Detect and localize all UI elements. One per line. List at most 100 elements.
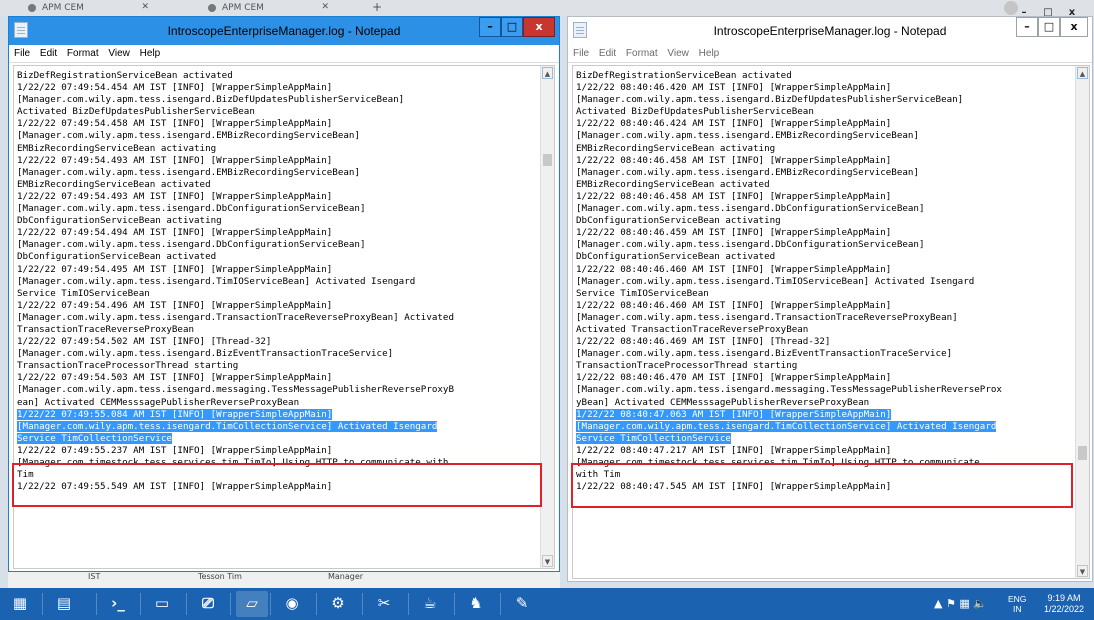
taskbar-app-button[interactable]: ›_	[102, 591, 134, 617]
input-language[interactable]: ENG IN	[1008, 594, 1026, 614]
title-bar[interactable]: IntroscopeEnterpriseManager.log - Notepa…	[9, 17, 559, 45]
close-icon[interactable]: ✕	[141, 2, 149, 12]
log-line: Service TimCollectionService	[17, 432, 454, 445]
log-line: [Manager.com.wily.apm.tess.isengard.EMBi…	[17, 167, 454, 179]
menu-help[interactable]: Help	[140, 48, 161, 59]
menu-help[interactable]: Help	[699, 48, 720, 59]
taskbar-separator	[186, 593, 187, 615]
scroll-up-icon[interactable]: ▲	[1077, 67, 1088, 79]
log-line: TransactionTraceProcessorThread starting	[17, 360, 454, 372]
menu-file[interactable]: File	[14, 48, 30, 59]
vertical-scrollbar[interactable]: ▲ ▼	[540, 66, 554, 568]
log-line-text: [Manager.com.wily.apm.tess.isengard.DbCo…	[17, 203, 366, 215]
windows-start-icon: ▦	[12, 594, 28, 612]
menu-edit[interactable]: Edit	[599, 48, 616, 59]
taskbar-app-button[interactable]: ⚙	[322, 591, 354, 617]
browser-tab[interactable]: APM CEM ✕	[20, 0, 155, 16]
close-button[interactable]: x	[1060, 17, 1088, 37]
background-cell: Tesson Tim	[198, 572, 242, 581]
scroll-down-icon[interactable]: ▼	[542, 555, 553, 567]
scroll-thumb[interactable]	[543, 154, 552, 166]
log-line-text: EMBizRecordingServiceBean activated	[17, 178, 211, 190]
menu-format[interactable]: Format	[67, 48, 99, 59]
taskbar-app-button[interactable]: ▱	[236, 591, 268, 617]
log-line: BizDefRegistrationServiceBean activated	[576, 70, 1002, 82]
maximize-button[interactable]: □	[1038, 17, 1060, 37]
log-line: 1/22/22 08:40:46.458 AM IST [INFO] [Wrap…	[576, 155, 1002, 167]
taskbar-app-button[interactable]: ✂	[368, 591, 400, 617]
log-line-text: [Manager.com.wily.apm.tess.isengard.TimC…	[17, 420, 438, 432]
log-line-text: Service TimCollectionService	[17, 432, 172, 444]
scroll-down-icon[interactable]: ▼	[1077, 565, 1088, 577]
log-line: Service TimIOServiceBean	[17, 288, 454, 300]
java-icon: ☕	[423, 594, 437, 612]
minimize-button[interactable]: –	[479, 17, 501, 37]
remote-desktop-icon: ⎚	[201, 594, 214, 612]
log-line: 1/22/22 08:40:46.460 AM IST [INFO] [Wrap…	[576, 300, 1002, 312]
taskbar-separator	[140, 593, 141, 615]
menu-edit[interactable]: Edit	[40, 48, 57, 59]
log-line: [Manager.com.wily.apm.tess.isengard.BizE…	[17, 348, 454, 360]
title-bar[interactable]: IntroscopeEnterpriseManager.log - Notepa…	[568, 17, 1092, 45]
log-line-text: Service TimIOServiceBean	[576, 287, 709, 299]
log-line: 1/22/22 08:40:46.469 AM IST [INFO] [Thre…	[576, 336, 1002, 348]
log-line-text: [Manager.com.wily.apm.tess.isengard.Tran…	[576, 311, 958, 323]
log-line-text: 1/22/22 07:49:55.084 AM IST [INFO] [Wrap…	[17, 408, 333, 420]
taskbar-app-button[interactable]: ▦	[4, 591, 36, 617]
log-line: 1/22/22 07:49:54.495 AM IST [INFO] [Wrap…	[17, 264, 454, 276]
maximize-button[interactable]: □	[501, 17, 523, 37]
taskbar-separator	[316, 593, 317, 615]
browser-tab-label: APM CEM	[222, 3, 264, 13]
scroll-up-icon[interactable]: ▲	[542, 67, 553, 79]
taskbar-app-button[interactable]: ♞	[460, 591, 492, 617]
log-line: 1/22/22 07:49:55.237 AM IST [INFO] [Wrap…	[17, 445, 454, 457]
browser-tab[interactable]: APM CEM ✕	[200, 0, 335, 16]
taskbar: ▦ ▤ ›_ ▭ ⎚ ▱ ◉ ⚙ ✂ ☕ ♞ ✎ ▲ ⚑ ▦ 🔈 ENG IN 9:19 AM 1/2…	[0, 588, 1094, 620]
taskbar-app-button[interactable]: ⎚	[192, 591, 224, 617]
log-line: [Manager.com.wily.apm.tess.isengard.BizD…	[576, 94, 1002, 106]
log-line-text: [Manager.com.wily.apm.tess.isengard.BizD…	[17, 94, 405, 106]
menu-bar: File Edit Format View Help	[9, 45, 559, 63]
tab-favicon-icon	[28, 4, 36, 12]
log-line: [Manager.com.wily.apm.tess.isengard.TimC…	[576, 420, 1002, 433]
scroll-thumb[interactable]	[1078, 446, 1087, 460]
log-line: [Manager.com.wily.apm.tess.isengard.EMBi…	[17, 130, 454, 142]
notepad-icon: ▱	[246, 594, 258, 612]
menu-file[interactable]: File	[573, 48, 589, 59]
log-line-text: 1/22/22 08:40:46.460 AM IST [INFO] [Wrap…	[576, 299, 892, 311]
close-button[interactable]: x	[523, 17, 555, 37]
taskbar-app-button[interactable]: ◉	[276, 591, 308, 617]
log-line: 1/22/22 07:49:54.454 AM IST [INFO] [Wrap…	[17, 82, 454, 94]
taskbar-separator	[500, 593, 501, 615]
log-line-text: 1/22/22 08:40:46.470 AM IST [INFO] [Wrap…	[576, 372, 892, 384]
clock[interactable]: 9:19 AM 1/22/2022	[1038, 593, 1090, 615]
log-line: [Manager.com.wily.apm.tess.isengard.DbCo…	[17, 239, 454, 251]
log-line-text: 1/22/22 07:49:54.495 AM IST [INFO] [Wrap…	[17, 263, 333, 275]
taskbar-app-button[interactable]: ✎	[506, 591, 538, 617]
log-line: 1/22/22 07:49:54.493 AM IST [INFO] [Wrap…	[17, 155, 454, 167]
menu-format[interactable]: Format	[626, 48, 658, 59]
new-tab-button[interactable]: +	[372, 0, 382, 14]
log-line-text: [Manager.com.wily.apm.tess.isengard.TimC…	[576, 420, 997, 432]
log-line-text: 1/22/22 08:40:46.458 AM IST [INFO] [Wrap…	[576, 190, 892, 202]
log-line: [Manager.com.wily.apm.tess.isengard.Tran…	[576, 312, 1002, 324]
menu-view[interactable]: View	[667, 48, 689, 59]
taskbar-app-button[interactable]: ☕	[414, 591, 446, 617]
log-line: [Manager.com.wily.apm.tess.isengard.DbCo…	[576, 239, 1002, 251]
log-line: [Manager.com.wily.apm.tess.isengard.TimI…	[17, 276, 454, 288]
log-line-text: [Manager.com.wily.apm.tess.isengard.DbCo…	[17, 239, 366, 251]
taskbar-app-button[interactable]: ▭	[146, 591, 178, 617]
taskbar-app-button[interactable]: ▤	[48, 591, 80, 617]
minimize-button[interactable]: –	[1016, 17, 1038, 37]
menu-view[interactable]: View	[108, 48, 130, 59]
browser-tab-label: APM CEM	[42, 3, 84, 13]
log-line: Service TimIOServiceBean	[576, 288, 1002, 300]
log-line: Activated BizDefUpdatesPublisherServiceB…	[17, 106, 454, 118]
close-icon[interactable]: ✕	[321, 2, 329, 12]
log-line: 1/22/22 07:49:54.502 AM IST [INFO] [Thre…	[17, 336, 454, 348]
log-line-text: Service TimCollectionService	[576, 432, 731, 444]
tray-icons[interactable]: ▲ ⚑ ▦ 🔈	[934, 597, 987, 610]
log-line-text: ean] Activated CEMMesssagePublisherRever…	[17, 396, 300, 408]
taskbar-separator	[42, 593, 43, 615]
vertical-scrollbar[interactable]: ▲ ▼	[1075, 66, 1089, 578]
